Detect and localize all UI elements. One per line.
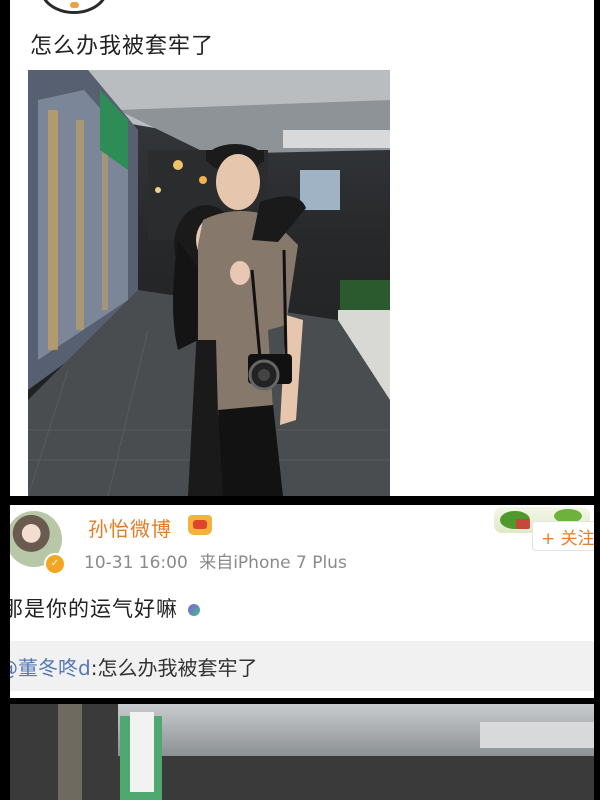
post-photo[interactable] [28,70,390,496]
post-photo-partial[interactable] [10,704,594,800]
repost-text-content: 那是你的运气好嘛 [10,597,178,621]
badge-partial-icon [70,2,79,8]
post-repost: ✓ 孙怡微博 10-31 16:00 来自iPhone 7 Plus + 关注 … [10,505,594,698]
photo-scene [28,70,390,496]
username[interactable]: 孙怡微博 [88,513,172,542]
candy-emoji-icon [180,603,206,617]
follow-button[interactable]: + 关注 [532,521,594,551]
follow-area: + 关注 [488,505,594,565]
quoted-post[interactable]: @董冬咚d:怎么办我被套牢了 [10,641,594,691]
post-meta: 10-31 16:00 来自iPhone 7 Plus [84,548,347,573]
post-time: 10-31 16:00 [84,553,188,573]
post-text: 怎么办我被套牢了 [30,34,215,59]
quoted-mention[interactable]: @董冬咚d [10,652,91,681]
repost-text: 那是你的运气好嘛 [10,593,206,623]
post-source: 来自iPhone 7 Plus [199,553,347,573]
crown-icon [188,515,212,535]
verified-badge-icon: ✓ [44,553,66,575]
quoted-text: :怎么办我被套牢了 [90,655,258,680]
post-top: 怎么办我被套牢了 [10,0,594,496]
